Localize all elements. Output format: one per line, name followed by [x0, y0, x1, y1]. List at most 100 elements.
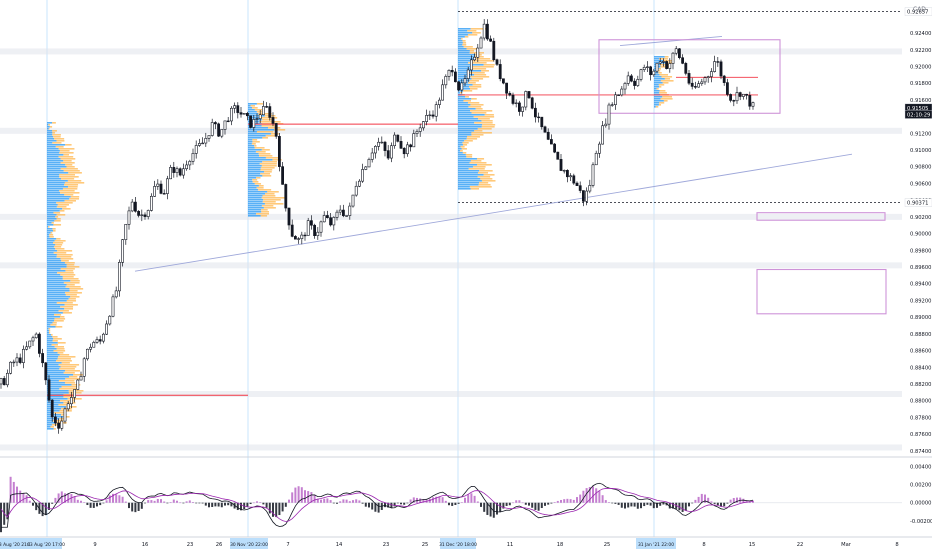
candle-body — [60, 420, 64, 429]
candle-body — [361, 169, 365, 182]
candle-body — [505, 82, 509, 94]
volume-bar-buy — [47, 256, 57, 258]
candle-body — [252, 119, 256, 128]
candle-body — [482, 23, 486, 39]
volume-bar-buy — [458, 36, 465, 38]
volume-bar-buy — [248, 165, 262, 167]
macd-histogram-bar — [544, 502, 546, 506]
candle-body — [578, 185, 582, 191]
candle-body — [511, 94, 515, 104]
volume-bar-buy — [248, 191, 268, 193]
candle-body — [716, 61, 720, 63]
volume-bar-buy — [47, 190, 60, 192]
volume-bar-buy — [47, 274, 61, 276]
volume-bar-buy — [458, 58, 475, 60]
price-tick-label: 0.91000 — [910, 148, 931, 154]
macd-histogram-bar — [681, 502, 684, 512]
volume-bar-buy — [47, 252, 54, 254]
candle-body — [162, 193, 166, 195]
volume-bar-buy — [654, 60, 664, 62]
volume-bar-sell — [262, 175, 272, 177]
macd-histogram-bar — [617, 502, 620, 505]
volume-bar-buy — [654, 78, 665, 80]
macd-histogram-bar — [518, 500, 521, 503]
macd-histogram-bar — [28, 500, 31, 503]
candle-body — [626, 75, 630, 84]
candle-body — [425, 115, 429, 122]
volume-bar-sell — [483, 64, 495, 66]
volume-bar-sell — [251, 143, 256, 145]
macd-histogram-bar — [566, 498, 569, 503]
candle-body — [645, 66, 649, 68]
candle-body — [729, 94, 733, 101]
macd-histogram-bar — [297, 486, 300, 503]
volume-bar-sell — [477, 164, 492, 166]
macd-histogram-bar — [169, 502, 172, 503]
candle-body — [393, 134, 397, 147]
volume-bar-buy — [458, 62, 469, 64]
macd-histogram-bar — [115, 494, 118, 503]
volume-bar-sell — [471, 134, 484, 136]
volume-bar-buy — [47, 338, 54, 340]
candle-body — [293, 236, 297, 240]
volume-bar-sell — [462, 44, 467, 46]
volume-bar-sell — [260, 215, 268, 217]
volume-bar-sell — [467, 34, 478, 36]
volume-bar-buy — [47, 292, 66, 294]
macd-histogram-bar — [147, 500, 150, 503]
volume-bar-sell — [52, 242, 64, 244]
rectangle-drawings[interactable] — [598, 39, 887, 315]
trend-line — [619, 35, 723, 47]
candle-body — [745, 93, 749, 96]
price-tick-label: 0.89800 — [910, 248, 931, 254]
volume-bar-buy — [458, 60, 472, 62]
volume-bar-sell — [255, 151, 266, 153]
volume-bar-buy — [654, 92, 660, 94]
chart-canvas[interactable]: 0.924000.922000.920000.918000.916000.914… — [0, 0, 932, 550]
volume-bar-sell — [659, 74, 669, 76]
indicator-tick-label: -0.00200 — [910, 519, 932, 525]
volume-bar-sell — [463, 90, 473, 92]
macd-histogram-bar — [304, 490, 306, 503]
volume-bar-buy — [458, 152, 463, 154]
volume-bar-buy — [47, 200, 65, 202]
candle-body — [677, 48, 681, 59]
volume-bar-sell — [56, 140, 65, 142]
volume-bar-sell — [66, 300, 77, 302]
candle-body — [169, 167, 173, 180]
price-tick-label: 0.87600 — [910, 432, 931, 438]
candle-body — [287, 207, 291, 226]
candle-body — [370, 152, 374, 160]
volume-bar-buy — [458, 148, 462, 150]
candle-body — [9, 361, 13, 374]
volume-bar-buy — [458, 144, 463, 146]
volume-bar-buy — [458, 158, 478, 160]
volume-bar-buy — [47, 206, 57, 208]
volume-bar-sell — [54, 346, 65, 348]
candle-body — [546, 131, 550, 140]
macd-histogram-bar — [262, 502, 265, 505]
volume-bar-sell — [262, 137, 269, 139]
volume-bar-buy — [458, 56, 475, 58]
candle-body — [15, 357, 19, 363]
candle-body — [111, 296, 115, 317]
volume-bar-sell — [55, 248, 65, 250]
volume-bar-sell — [57, 204, 69, 206]
price-chart-svg[interactable]: 0.924000.922000.920000.918000.916000.914… — [0, 0, 932, 550]
macd-histogram-bar — [540, 502, 543, 509]
macd-histogram-bar — [118, 495, 121, 503]
rectangle-drawing[interactable] — [756, 268, 887, 315]
volume-bar-buy — [458, 126, 482, 128]
volume-bar-sell — [254, 109, 263, 111]
candle-body — [450, 70, 454, 73]
volume-bar-sell — [59, 174, 76, 176]
volume-bar-buy — [248, 155, 260, 157]
volume-bar-sell — [65, 292, 82, 294]
volume-bar-sell — [68, 298, 76, 300]
candle-body — [185, 164, 189, 170]
candle-body — [604, 123, 608, 127]
candle-body — [386, 150, 390, 159]
candle-body — [476, 47, 480, 58]
volume-bar-buy — [248, 145, 255, 147]
volume-bar-sell — [471, 60, 495, 62]
